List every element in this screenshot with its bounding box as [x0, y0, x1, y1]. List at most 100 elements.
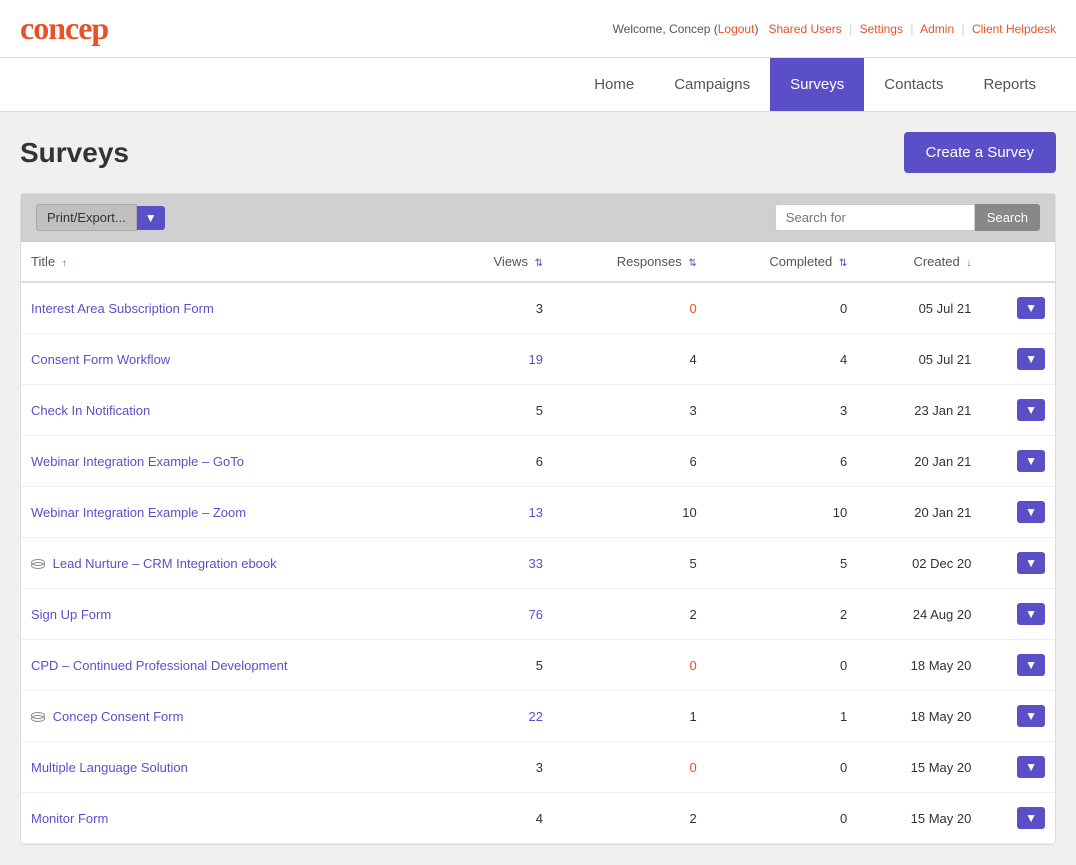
responses-cell: 3: [553, 385, 707, 436]
responses-cell: 0: [553, 742, 707, 793]
survey-link[interactable]: Webinar Integration Example – Zoom: [31, 505, 246, 520]
responses-cell: 2: [553, 793, 707, 844]
survey-title-cell: Check In Notification: [21, 385, 446, 436]
row-action-button[interactable]: ▼: [1017, 348, 1045, 370]
created-cell: 15 May 20: [857, 793, 981, 844]
responses-cell: 1: [553, 691, 707, 742]
responses-cell: 0: [553, 640, 707, 691]
views-cell: 22: [446, 691, 553, 742]
table-row: Webinar Integration Example – Zoom 13 10…: [21, 487, 1055, 538]
row-action-button[interactable]: ▼: [1017, 654, 1045, 676]
row-action-button[interactable]: ▼: [1017, 501, 1045, 523]
nav-home[interactable]: Home: [574, 58, 654, 111]
views-cell: 13: [446, 487, 553, 538]
responses-cell: 5: [553, 538, 707, 589]
survey-link[interactable]: Sign Up Form: [31, 607, 111, 622]
row-action-button[interactable]: ▼: [1017, 399, 1045, 421]
survey-link[interactable]: Monitor Form: [31, 811, 108, 826]
row-action-button[interactable]: ▼: [1017, 705, 1045, 727]
created-cell: 05 Jul 21: [857, 334, 981, 385]
views-cell: 19: [446, 334, 553, 385]
responses-cell: 0: [553, 282, 707, 334]
views-cell: 5: [446, 640, 553, 691]
user-info: Welcome, Concep (Logout) Shared Users | …: [613, 22, 1056, 36]
search-input[interactable]: [775, 204, 975, 231]
row-action-button[interactable]: ▼: [1017, 450, 1045, 472]
survey-link[interactable]: Lead Nurture – CRM Integration ebook: [53, 556, 277, 571]
logout-link[interactable]: Logout: [718, 22, 755, 36]
nav-campaigns[interactable]: Campaigns: [654, 58, 770, 111]
created-cell: 02 Dec 20: [857, 538, 981, 589]
nav-bar: Home Campaigns Surveys Contacts Reports: [0, 58, 1076, 112]
completed-cell: 6: [707, 436, 857, 487]
responses-cell: 4: [553, 334, 707, 385]
survey-link[interactable]: Interest Area Subscription Form: [31, 301, 214, 316]
survey-link[interactable]: Consent Form Workflow: [31, 352, 170, 367]
survey-title-cell: Sign Up Form: [21, 589, 446, 640]
action-cell: ▼: [981, 282, 1055, 334]
col-completed[interactable]: Completed ⇅: [707, 242, 857, 282]
completed-cell: 10: [707, 487, 857, 538]
admin-link[interactable]: Admin: [920, 22, 954, 36]
survey-link[interactable]: Check In Notification: [31, 403, 150, 418]
action-cell: ▼: [981, 691, 1055, 742]
row-action-button[interactable]: ▼: [1017, 552, 1045, 574]
completed-cell: 5: [707, 538, 857, 589]
action-cell: ▼: [981, 538, 1055, 589]
print-export-dropdown[interactable]: ▼: [137, 206, 165, 230]
survey-link[interactable]: Multiple Language Solution: [31, 760, 188, 775]
page-content: Surveys Create a Survey Print/Export... …: [0, 112, 1076, 865]
table-row: CPD – Continued Professional Development…: [21, 640, 1055, 691]
action-cell: ▼: [981, 334, 1055, 385]
completed-cell: 0: [707, 282, 857, 334]
survey-link[interactable]: CPD – Continued Professional Development: [31, 658, 288, 673]
print-export-area: Print/Export... ▼: [36, 204, 165, 231]
action-cell: ▼: [981, 589, 1055, 640]
survey-title-cell: Monitor Form: [21, 793, 446, 844]
completed-cell: 0: [707, 640, 857, 691]
shared-users-link[interactable]: Shared Users: [768, 22, 841, 36]
survey-link[interactable]: Webinar Integration Example – GoTo: [31, 454, 244, 469]
table-row: Multiple Language Solution 3 0 0 15 May …: [21, 742, 1055, 793]
client-helpdesk-link[interactable]: Client Helpdesk: [972, 22, 1056, 36]
nav-reports[interactable]: Reports: [963, 58, 1056, 111]
completed-cell: 2: [707, 589, 857, 640]
row-action-button[interactable]: ▼: [1017, 603, 1045, 625]
created-cell: 23 Jan 21: [857, 385, 981, 436]
row-action-button[interactable]: ▼: [1017, 756, 1045, 778]
col-created[interactable]: Created ↓: [857, 242, 981, 282]
col-title[interactable]: Title ↑: [21, 242, 446, 282]
created-cell: 18 May 20: [857, 640, 981, 691]
survey-title-cell: Interest Area Subscription Form: [21, 282, 446, 334]
views-cell: 3: [446, 282, 553, 334]
table-row: Consent Form Workflow 19 4 4 05 Jul 21 ▼: [21, 334, 1055, 385]
settings-link[interactable]: Settings: [860, 22, 903, 36]
surveys-table: Title ↑ Views ⇅ Responses ⇅ Completed ⇅ …: [21, 242, 1055, 844]
print-export-button[interactable]: Print/Export...: [36, 204, 137, 231]
survey-link[interactable]: Concep Consent Form: [53, 709, 184, 724]
db-icon: [31, 559, 45, 569]
page-title: Surveys: [20, 137, 129, 169]
action-cell: ▼: [981, 385, 1055, 436]
table-row: Concep Consent Form 22 1 1 18 May 20 ▼: [21, 691, 1055, 742]
row-action-button[interactable]: ▼: [1017, 807, 1045, 829]
create-survey-button[interactable]: Create a Survey: [904, 132, 1056, 173]
completed-cell: 0: [707, 742, 857, 793]
table-row: Check In Notification 5 3 3 23 Jan 21 ▼: [21, 385, 1055, 436]
search-button[interactable]: Search: [975, 204, 1040, 231]
col-responses[interactable]: Responses ⇅: [553, 242, 707, 282]
created-cell: 18 May 20: [857, 691, 981, 742]
action-cell: ▼: [981, 640, 1055, 691]
nav-contacts[interactable]: Contacts: [864, 58, 963, 111]
survey-title-cell: Lead Nurture – CRM Integration ebook: [21, 538, 446, 589]
action-cell: ▼: [981, 793, 1055, 844]
row-action-button[interactable]: ▼: [1017, 297, 1045, 319]
views-cell: 33: [446, 538, 553, 589]
completed-cell: 0: [707, 793, 857, 844]
col-views[interactable]: Views ⇅: [446, 242, 553, 282]
action-cell: ▼: [981, 487, 1055, 538]
table-row: Interest Area Subscription Form 3 0 0 05…: [21, 282, 1055, 334]
page-header: Surveys Create a Survey: [20, 132, 1056, 173]
completed-cell: 4: [707, 334, 857, 385]
nav-surveys[interactable]: Surveys: [770, 58, 864, 111]
